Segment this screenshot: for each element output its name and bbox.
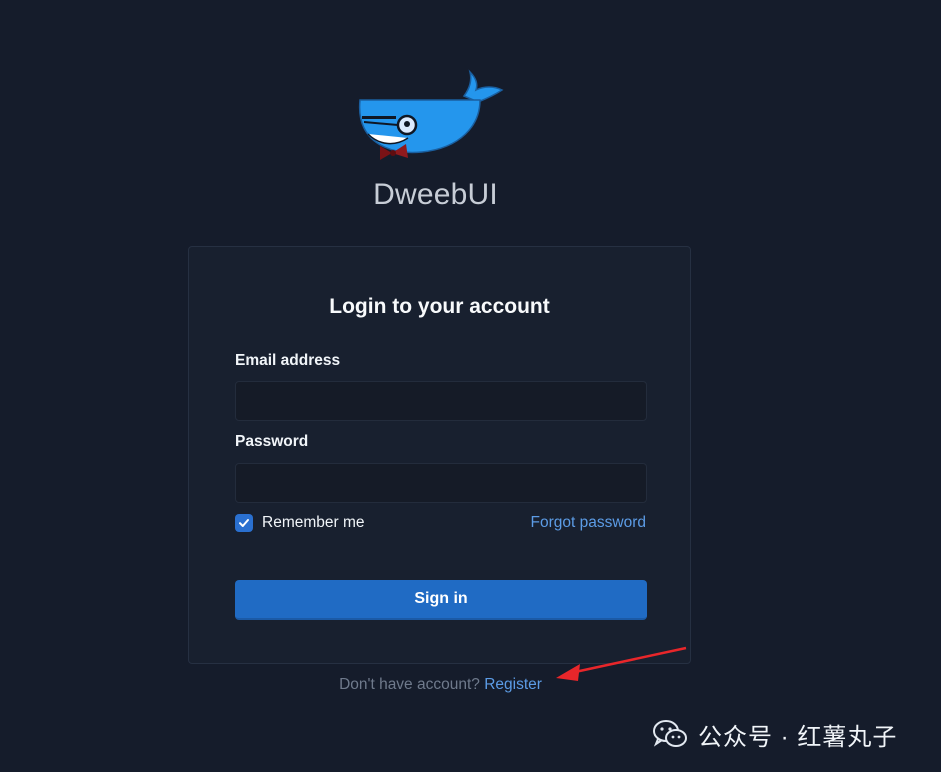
email-field[interactable] bbox=[235, 381, 647, 421]
password-field[interactable] bbox=[235, 463, 647, 503]
watermark-text: 公众号 · 红薯丸子 bbox=[698, 723, 898, 751]
register-prompt: Don't have account? bbox=[339, 676, 480, 693]
login-title: Login to your account bbox=[329, 295, 550, 318]
email-label: Email address bbox=[235, 352, 341, 369]
login-card: Login to your account Email address Pass… bbox=[188, 246, 691, 664]
wechat-icon bbox=[653, 720, 687, 747]
register-prompt-line: Don't have account? Register bbox=[0, 676, 881, 694]
whale-logo-icon bbox=[352, 66, 508, 166]
sign-in-button[interactable]: Sign in bbox=[235, 580, 647, 620]
register-link[interactable]: Register bbox=[484, 676, 542, 693]
check-icon bbox=[239, 519, 249, 527]
watermark: 公众号 · 红薯丸子 bbox=[652, 716, 897, 752]
brand-name: DweebUI bbox=[373, 178, 498, 211]
password-label: Password bbox=[235, 433, 309, 450]
remember-label: Remember me bbox=[262, 514, 365, 531]
forgot-password-link[interactable]: Forgot password bbox=[531, 514, 646, 532]
remember-me-toggle[interactable]: Remember me bbox=[235, 513, 365, 533]
remember-checkbox[interactable] bbox=[235, 514, 253, 532]
